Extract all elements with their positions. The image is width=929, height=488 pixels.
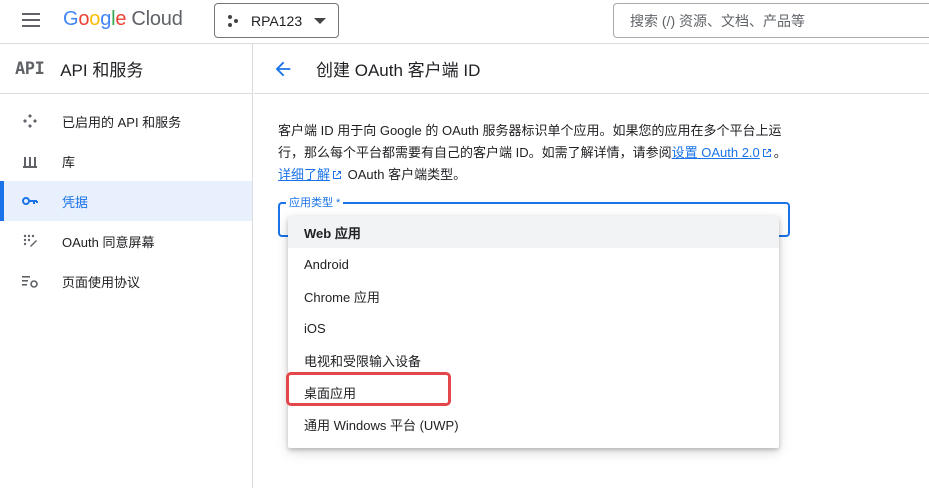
menu-icon[interactable] [22,13,40,27]
api-icon: API [15,58,45,79]
sidebar-item-page-usage-agreements[interactable]: 页面使用协议 [0,261,252,301]
external-link-icon [762,149,771,157]
option-web-app[interactable]: Web 应用 [288,216,779,248]
chevron-down-icon [314,17,327,24]
project-icon [228,14,240,27]
page-title: 创建 OAuth 客户端 ID [316,61,481,80]
sidebar-item-credentials[interactable]: 凭据 [0,181,252,221]
external-link-icon [333,171,342,179]
application-type-label: 应用类型 * [286,194,344,210]
option-ios[interactable]: iOS [288,312,779,344]
consent-icon [22,233,38,249]
back-arrow-icon[interactable] [272,58,294,80]
search-input[interactable] [614,4,929,37]
sidebar: API API 和服务 已启用的 API 和服务 库 凭据 OAuth 同意屏幕… [0,44,253,488]
google-cloud-logo[interactable]: Google Cloud [63,8,183,31]
key-icon [22,193,38,209]
application-type-dropdown: Web 应用 Android Chrome 应用 iOS 电视和受限输入设备 桌… [288,216,779,448]
learn-more-link[interactable]: 详细了解 [278,167,330,182]
page-settings-icon [22,273,38,289]
project-selector-button[interactable]: RPA123 [214,3,339,38]
project-name: RPA123 [251,12,303,29]
sidebar-item-oauth-consent[interactable]: OAuth 同意屏幕 [0,221,252,261]
sidebar-nav: 已启用的 API 和服务 库 凭据 OAuth 同意屏幕 页面使用协议 [0,101,252,301]
sidebar-item-enabled-apis[interactable]: 已启用的 API 和服务 [0,101,252,141]
description: 客户端 ID 用于向 Google 的 OAuth 服务器标识单个应用。如果您的… [278,123,787,182]
sidebar-item-library[interactable]: 库 [0,141,252,181]
top-bar: Google Cloud RPA123 [0,0,929,44]
setup-oauth-link[interactable]: 设置 OAuth 2.0 [672,145,760,160]
api-hub-icon [22,113,38,129]
sidebar-header: API API 和服务 [0,44,252,94]
option-android[interactable]: Android [288,248,779,280]
library-icon [22,153,38,169]
sidebar-title: API 和服务 [60,61,144,80]
option-chrome-app[interactable]: Chrome 应用 [288,280,779,312]
page-header: 创建 OAuth 客户端 ID [254,44,929,94]
search-bar[interactable] [613,3,929,38]
desktop-app-highlight [286,372,451,406]
option-uwp[interactable]: 通用 Windows 平台 (UWP) [288,408,779,440]
